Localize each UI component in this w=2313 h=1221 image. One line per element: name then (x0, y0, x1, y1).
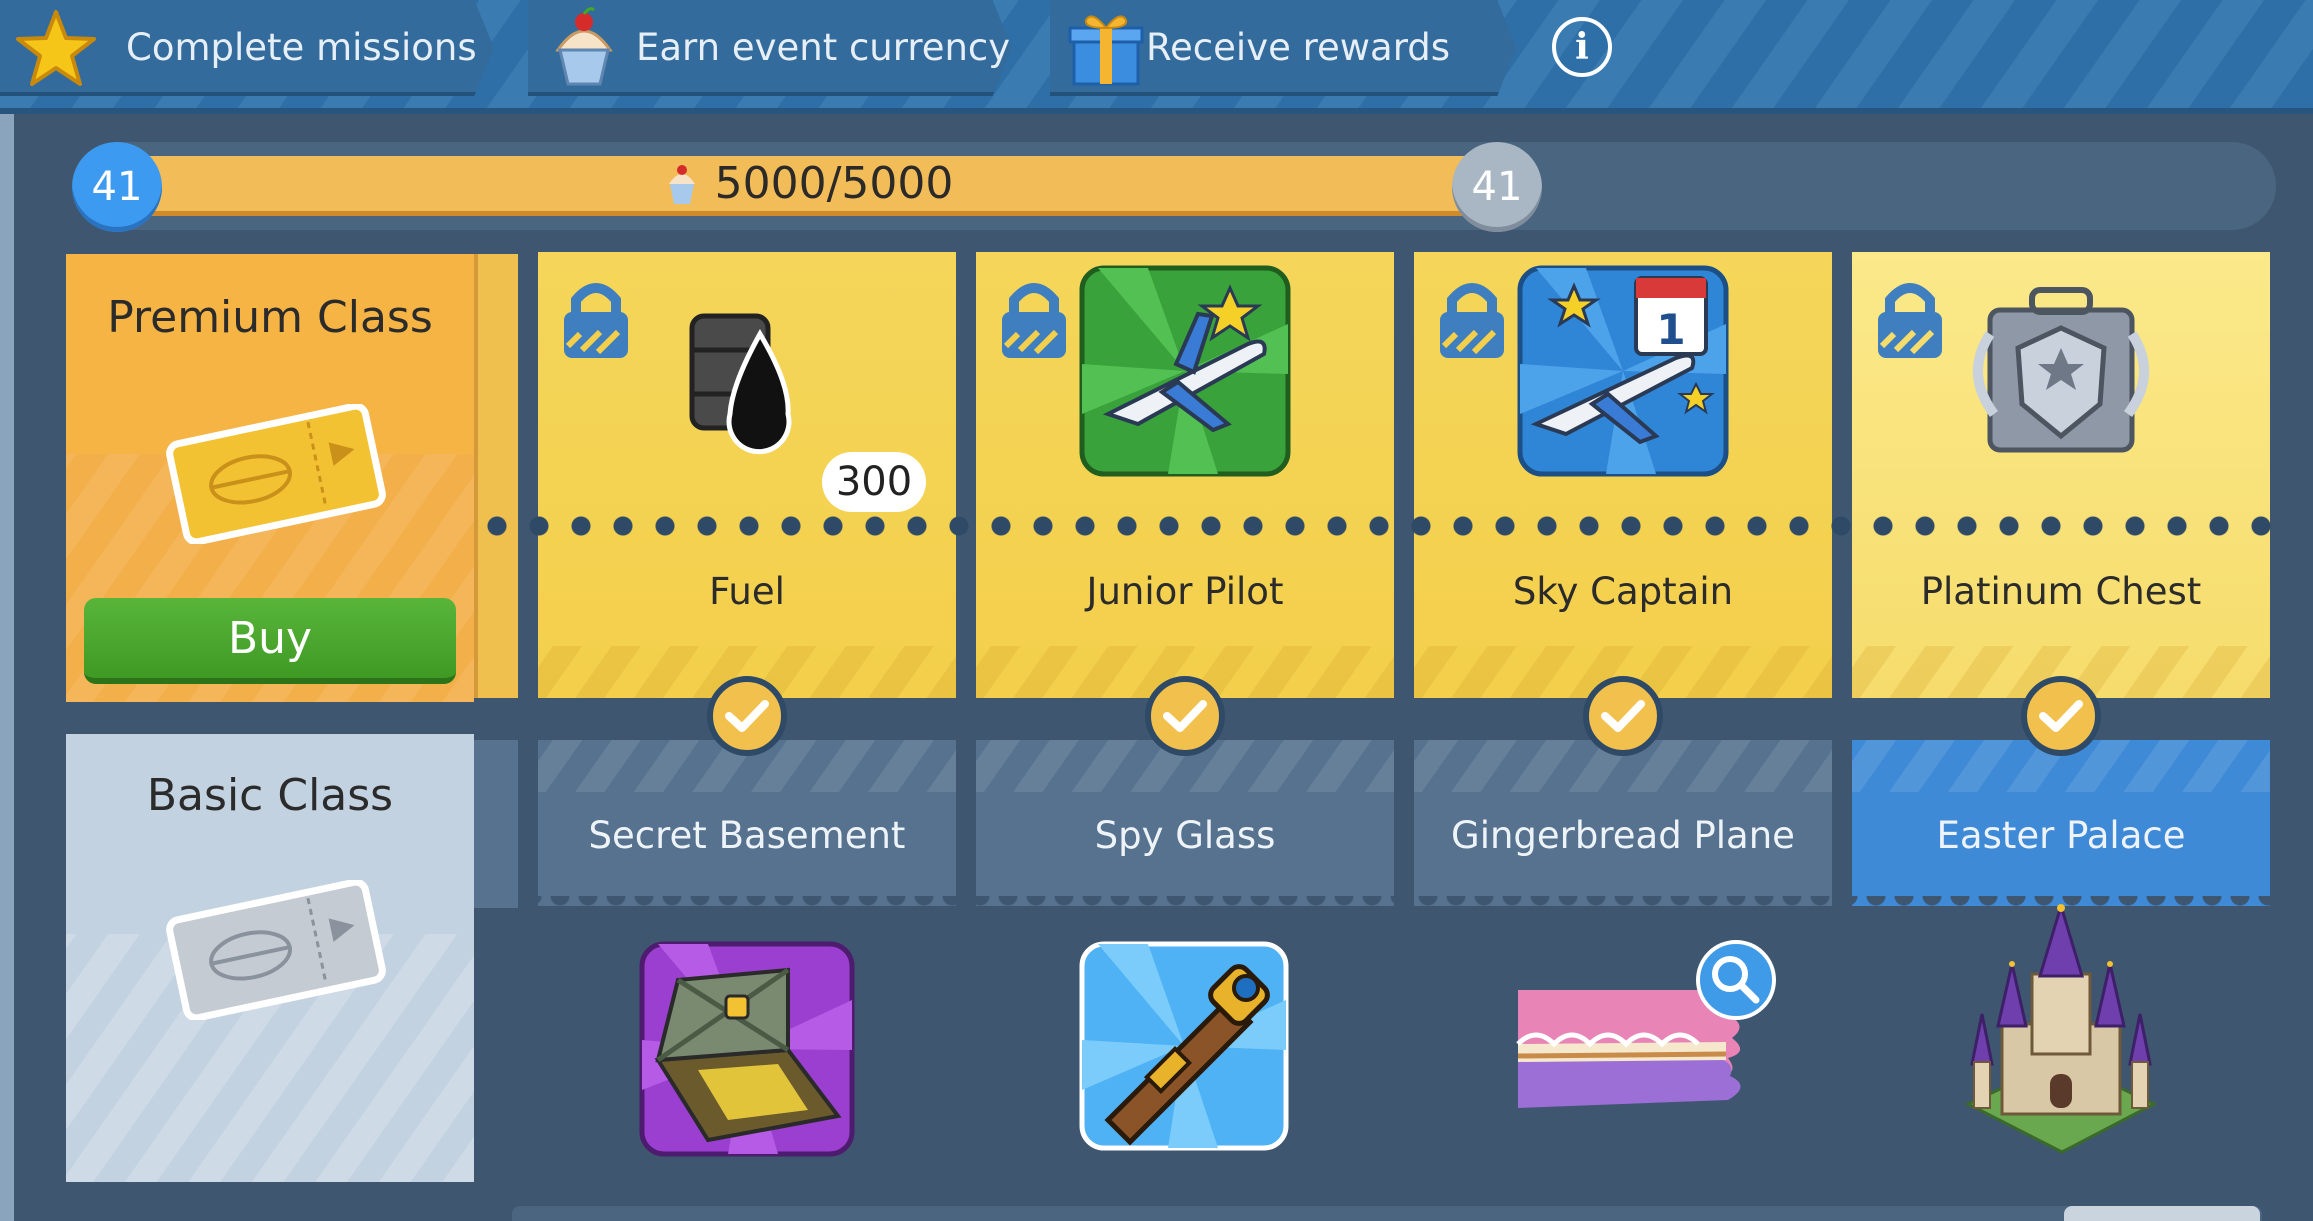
sky-captain-plane-icon: 1 (1517, 265, 1729, 477)
next-level-badge: 41 (1452, 142, 1542, 232)
lock-icon (1440, 283, 1504, 358)
star-icon (16, 10, 96, 86)
info-button[interactable]: i (1552, 17, 1612, 77)
step-receive-rewards: Receive rewards (1050, 0, 1516, 96)
basic-row-edge (474, 740, 518, 908)
gift-icon (1068, 15, 1144, 86)
reward-name: Secret Basement (588, 814, 906, 857)
premium-row-edge (474, 254, 518, 698)
premium-class-title: Premium Class (107, 292, 433, 343)
fuel-barrel-icon (689, 313, 792, 455)
premium-class-panel: Premium Class Buy (66, 254, 474, 702)
reward-name: Easter Palace (1936, 814, 2186, 857)
progress-text: 5000/5000 (714, 158, 954, 209)
lock-icon (1002, 283, 1066, 358)
gingerbread-plane-icon (1516, 940, 1776, 1108)
claimed-check-icon (1583, 676, 1663, 756)
basic-reward-card[interactable]: Easter Palace (1852, 740, 2270, 906)
bottom-track-tab (2064, 1206, 2260, 1221)
easter-palace-icon (1964, 904, 2158, 1154)
lock-icon (1878, 283, 1942, 358)
step-earn-currency: Earn event currency (528, 0, 1012, 96)
step-label: Complete missions (126, 26, 477, 69)
claimed-check-icon (2021, 676, 2101, 756)
premium-reward-card[interactable]: 300 Fuel (538, 252, 956, 698)
quantity-badge: 300 (822, 452, 926, 512)
reward-name: Junior Pilot (1086, 570, 1284, 613)
bottom-track (512, 1206, 2262, 1221)
reward-name: Fuel (709, 570, 785, 613)
current-level-badge: 41 (72, 142, 162, 232)
buy-button[interactable]: Buy (84, 598, 456, 684)
reward-name: Platinum Chest (1920, 570, 2202, 613)
claimed-check-icon (707, 676, 787, 756)
cupcake-icon (668, 164, 695, 204)
premium-reward-card[interactable]: 1 Sky Captain (1414, 252, 1832, 698)
step-label: Earn event currency (636, 26, 1011, 69)
basic-class-panel: Basic Class (66, 734, 474, 1182)
cupcake-icon (555, 7, 613, 86)
gold-ticket-icon (166, 404, 386, 544)
progress-bar: 5000/5000 (118, 156, 1498, 216)
basic-reward-card[interactable]: Spy Glass (976, 740, 1394, 906)
premium-reward-card[interactable]: Junior Pilot (976, 252, 1394, 698)
junior-pilot-plane-icon (1079, 265, 1291, 477)
event-steps-bar: Complete missions Earn event currency Re… (0, 0, 2313, 114)
claimed-check-icon (1145, 676, 1225, 756)
lock-icon (564, 283, 628, 358)
svg-text:1: 1 (1656, 305, 1685, 354)
reward-name: Sky Captain (1512, 570, 1734, 613)
basic-reward-card[interactable]: Gingerbread Plane (1414, 740, 1832, 906)
track-dotted-line (476, 515, 2276, 537)
basic-reward-card[interactable]: Secret Basement (538, 740, 956, 906)
step-complete-missions: Complete missions (0, 0, 494, 96)
left-rail (0, 0, 14, 1221)
secret-basement-icon (639, 941, 855, 1157)
step-label: Receive rewards (1146, 26, 1451, 69)
basic-class-title: Basic Class (146, 770, 394, 821)
reward-name: Gingerbread Plane (1451, 814, 1795, 857)
spyglass-icon (1079, 941, 1289, 1151)
premium-reward-card[interactable]: Platinum Chest (1852, 252, 2270, 698)
reward-name: Spy Glass (1094, 814, 1276, 857)
silver-ticket-icon (166, 880, 386, 1020)
platinum-chest-icon (1973, 287, 2149, 453)
info-icon: i (1575, 26, 1589, 68)
